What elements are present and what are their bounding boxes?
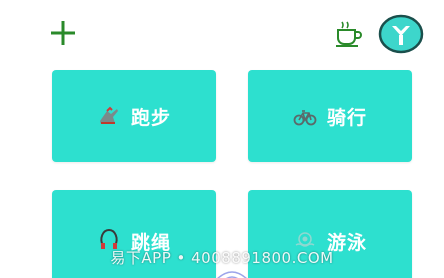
watermark-text: 易下APP • 4008891800.COM [110,249,334,267]
bicycle-icon [293,110,317,126]
running-shoe-icon [99,106,118,124]
activity-label-cycling: 骑行 [326,106,367,129]
coffee-cup-icon [336,21,362,47]
plus-icon [51,21,75,45]
sports-home-screen: 跑步 骑行 跳绳 游泳 易下APP • 4008891800.COM [0,0,444,278]
activity-card-running[interactable]: 跑步 [52,70,216,162]
add-button[interactable] [50,20,76,46]
user-avatar[interactable] [378,14,424,54]
coffee-cup-button[interactable] [334,20,364,48]
activity-card-cycling[interactable]: 骑行 [248,70,412,162]
activity-label-running: 跑步 [130,106,171,129]
avatar-logo-icon [378,14,424,54]
